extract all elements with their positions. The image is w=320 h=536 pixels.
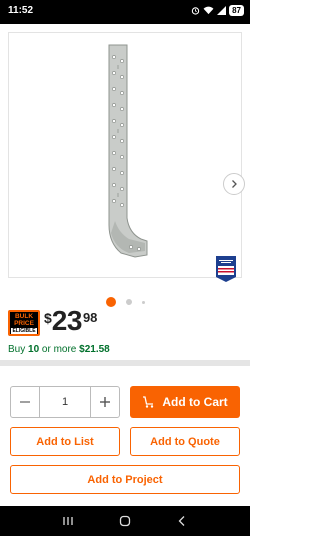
system-nav-bar	[0, 506, 250, 536]
product-image[interactable]	[99, 43, 149, 268]
bulk-offer-price: $21.58	[79, 344, 110, 355]
wifi-icon	[203, 6, 214, 15]
status-time: 11:52	[8, 5, 34, 16]
decrement-button[interactable]	[11, 387, 39, 417]
bulk-offer: Buy 10 or more $21.58	[8, 344, 110, 355]
recent-apps-icon	[63, 517, 73, 525]
back-button[interactable]	[172, 511, 192, 531]
home-button[interactable]	[115, 511, 135, 531]
bulk-badge-line3: ELIGIBLE	[11, 328, 37, 334]
recent-apps-button[interactable]	[58, 511, 78, 531]
add-to-list-label: Add to List	[36, 435, 94, 448]
status-bar: 11:52 87	[0, 0, 250, 24]
chevron-right-icon	[232, 180, 237, 188]
add-to-cart-button[interactable]: Add to Cart	[130, 386, 240, 418]
add-to-cart-label: Add to Cart	[162, 395, 228, 409]
price-section: BULK PRICE ELIGIBLE $ 23 98 Buy 10 or mo…	[0, 300, 250, 366]
bulk-offer-prefix: Buy	[8, 344, 29, 355]
quantity-stepper: 1	[10, 386, 120, 418]
increment-button[interactable]	[91, 387, 119, 417]
bulk-price-badge: BULK PRICE ELIGIBLE	[8, 310, 40, 336]
bulk-offer-middle: or more	[39, 344, 80, 355]
bulk-offer-quantity: 10	[28, 344, 40, 355]
minus-icon	[20, 401, 30, 403]
next-image-button[interactable]	[223, 173, 245, 195]
price-dollars: 23	[51, 305, 83, 336]
plus-icon	[100, 397, 110, 407]
home-icon	[119, 515, 131, 527]
alarm-icon	[191, 7, 200, 15]
made-in-usa-badge	[216, 256, 236, 282]
add-to-list-button[interactable]: Add to List	[10, 427, 120, 456]
price-cents: 98	[82, 310, 98, 325]
currency-symbol: $	[44, 310, 52, 326]
cart-icon	[143, 396, 154, 408]
signal-icon	[217, 6, 227, 15]
bulk-badge-line1: BULK	[14, 313, 34, 320]
gallery-frame[interactable]	[8, 32, 245, 282]
quantity-input[interactable]: 1	[39, 387, 91, 417]
add-to-project-button[interactable]: Add to Project	[10, 465, 240, 494]
bulk-badge-line2: PRICE	[14, 320, 34, 327]
product-gallery[interactable]	[0, 24, 250, 307]
battery-indicator: 87	[229, 5, 244, 16]
price: $ 23 98	[44, 306, 97, 336]
add-to-quote-label: Add to Quote	[150, 435, 220, 448]
status-icons: 87	[191, 5, 244, 16]
add-to-quote-button[interactable]: Add to Quote	[130, 427, 240, 456]
back-icon	[178, 516, 185, 526]
add-to-project-label: Add to Project	[87, 473, 163, 486]
